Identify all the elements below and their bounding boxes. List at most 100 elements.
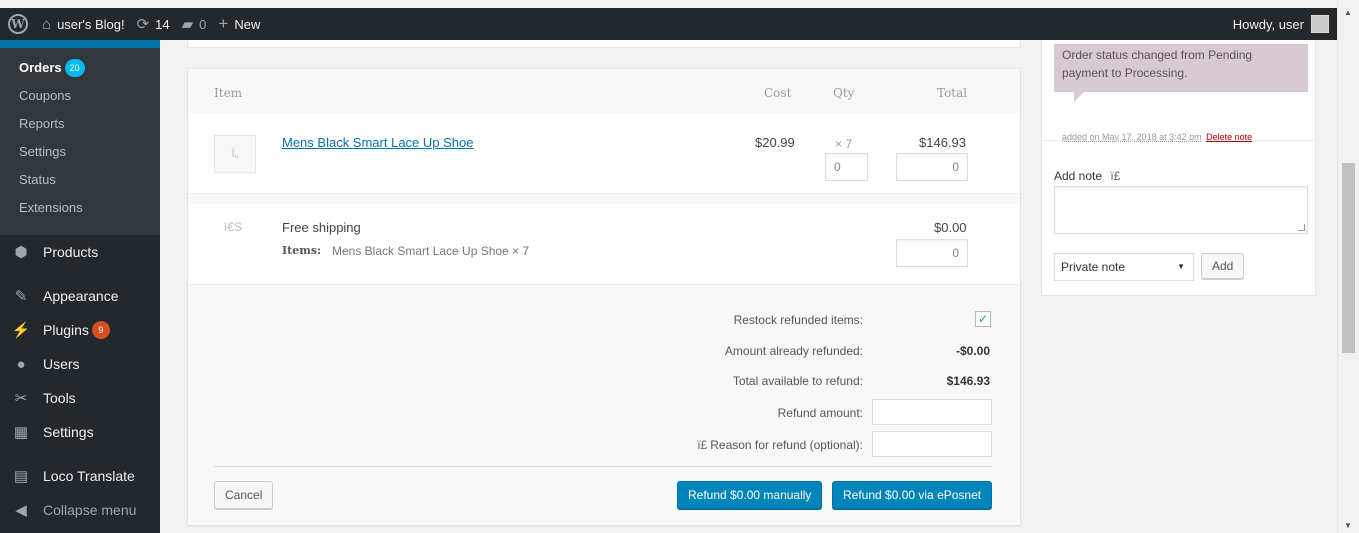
- menu-item-settings[interactable]: ▦ Settings: [0, 415, 160, 449]
- submenu-item-settings[interactable]: Settings: [0, 138, 160, 166]
- order-note: Order status changed from Pending paymen…: [1054, 44, 1308, 92]
- refund-manually-button[interactable]: Refund $0.00 manually: [677, 481, 823, 509]
- collapse-menu-button[interactable]: ◀ Collapse menu: [0, 493, 160, 527]
- scroll-up-icon[interactable]: ▲: [1344, 8, 1352, 17]
- collapse-icon: ◀: [15, 502, 27, 519]
- menu-item-users[interactable]: ● Users: [0, 347, 160, 381]
- menu-item-loco-translate[interactable]: ▤ Loco Translate: [0, 459, 160, 493]
- menu-label: Loco Translate: [43, 468, 135, 484]
- menu-label: Products: [43, 244, 99, 260]
- submenu-item-coupons[interactable]: Coupons: [0, 82, 160, 110]
- updates-count: 14: [155, 16, 170, 32]
- refund-via-eposnet-button[interactable]: Refund $0.00 via ePosnet: [832, 481, 993, 509]
- refund-reason-input[interactable]: [872, 431, 992, 457]
- add-note-textarea[interactable]: [1054, 186, 1308, 234]
- chevron-down-icon: ▼: [1177, 262, 1185, 271]
- help-tip-icon[interactable]: ï£: [1110, 169, 1120, 183]
- admin-sidebar: Orders 20 Coupons Reports Settings Status…: [0, 40, 160, 533]
- updates-link[interactable]: ⟳ 14: [131, 8, 176, 40]
- product-thumbnail: Ï„: [214, 135, 256, 173]
- help-tip-icon[interactable]: ï£: [697, 438, 707, 452]
- woocommerce-submenu: Orders 20 Coupons Reports Settings Status…: [0, 48, 160, 235]
- submenu-item-extensions[interactable]: Extensions: [0, 194, 160, 222]
- submenu-item-status[interactable]: Status: [0, 166, 160, 194]
- settings-icon: ▦: [13, 424, 29, 441]
- refund-amount-label: Refund amount:: [777, 406, 863, 420]
- refund-amount-input[interactable]: [872, 399, 992, 425]
- add-note-label: Add note ï£: [1054, 169, 1120, 183]
- paintbrush-icon: ✎: [14, 288, 28, 305]
- shipping-total: $0.00: [934, 220, 967, 235]
- site-name: user's Blog!: [57, 16, 125, 32]
- refund-shipping-total-input[interactable]: 0: [896, 239, 968, 267]
- product-qty: × 7: [835, 137, 853, 151]
- menu-item-plugins[interactable]: ⚡ Plugins 9: [0, 313, 160, 347]
- add-note-text: Add note: [1054, 169, 1103, 183]
- product-link[interactable]: Mens Black Smart Lace Up Shoe: [282, 135, 473, 150]
- available-to-refund-value: $146.93: [946, 374, 990, 388]
- new-content-link[interactable]: + New: [212, 8, 266, 40]
- menu-label: Users: [43, 356, 80, 372]
- order-items-panel: Item Cost Qty Total Ï„ Mens Black Smart …: [187, 68, 1021, 526]
- menu-item-tools[interactable]: ✂ Tools: [0, 381, 160, 415]
- header-item: Item: [214, 86, 243, 100]
- available-to-refund-label: Total available to refund:: [732, 374, 863, 388]
- header-cost: Cost: [764, 86, 792, 100]
- shipping-row: ï€S Free shipping Items: Mens Black Smar…: [188, 204, 1020, 284]
- order-notes-panel: Order status changed from Pending paymen…: [1041, 40, 1316, 296]
- menu-item-products[interactable]: ⬢ Products: [0, 235, 160, 269]
- order-data-panel-bottom: [187, 40, 1021, 48]
- refund-qty-input[interactable]: 0: [825, 153, 868, 181]
- header-qty: Qty: [833, 86, 855, 100]
- users-icon: ●: [16, 355, 26, 373]
- note-type-value: Private note: [1061, 260, 1126, 274]
- thumbnail-glyph: Ï„: [231, 148, 239, 160]
- wordpress-logo-icon[interactable]: W: [0, 8, 36, 40]
- my-account-link[interactable]: Howdy, user: [1227, 8, 1337, 40]
- new-label: New: [234, 16, 261, 32]
- comments-link[interactable]: ▰ 0: [176, 8, 213, 40]
- refund-line-total-input[interactable]: 0: [896, 153, 968, 181]
- header-total: Total: [937, 86, 968, 100]
- line-item-row: Ï„ Mens Black Smart Lace Up Shoe $20.99 …: [188, 113, 1020, 193]
- shipping-items-label: Items:: [282, 244, 322, 257]
- plugins-update-badge: 9: [91, 321, 110, 339]
- refund-reason-label: ï£ Reason for refund (optional):: [697, 438, 863, 452]
- add-note-button[interactable]: Add: [1201, 253, 1245, 279]
- already-refunded-value: -$0.00: [955, 344, 990, 358]
- cube-icon: ⬢: [14, 244, 28, 261]
- menu-label: Tools: [43, 390, 76, 406]
- scroll-down-icon[interactable]: ▼: [1344, 521, 1352, 530]
- woocommerce-menu-header[interactable]: [0, 40, 160, 48]
- refund-section: Restock refunded items: ✓ Amount already…: [188, 285, 1020, 525]
- cancel-button[interactable]: Cancel: [214, 481, 274, 509]
- site-name-link[interactable]: ⌂ user's Blog!: [36, 8, 131, 40]
- howdy-text: Howdy, user: [1232, 16, 1304, 32]
- updates-icon: ⟳: [136, 16, 150, 33]
- comment-icon: ▰: [181, 16, 194, 33]
- restock-checkbox[interactable]: ✓: [975, 311, 991, 327]
- menu-label: Settings: [43, 424, 94, 440]
- menu-label: Collapse menu: [43, 502, 137, 518]
- menu-label: Appearance: [43, 288, 119, 304]
- items-table-header: Item Cost Qty Total: [188, 69, 1020, 113]
- scrollbar-thumb[interactable]: [1342, 163, 1355, 353]
- translate-icon: ▤: [13, 468, 29, 485]
- comments-count: 0: [199, 16, 207, 32]
- shipping-icon: ï€S: [224, 220, 243, 234]
- submenu-item-orders[interactable]: Orders 20: [0, 54, 160, 82]
- submenu-item-reports[interactable]: Reports: [0, 110, 160, 138]
- shipping-items-value: Mens Black Smart Lace Up Shoe × 7: [332, 244, 530, 258]
- submenu-label: Orders: [19, 60, 62, 75]
- admin-bar: W ⌂ user's Blog! ⟳ 14 ▰ 0 + New Howdy, u…: [0, 8, 1337, 40]
- note-type-select[interactable]: Private note ▼: [1054, 253, 1194, 281]
- wrench-icon: ✂: [14, 390, 28, 407]
- product-total: $146.93: [919, 135, 966, 150]
- plus-icon: +: [218, 14, 229, 33]
- shipping-method-name: Free shipping: [282, 220, 361, 235]
- page-scrollbar[interactable]: ▲ ▼: [1337, 0, 1359, 533]
- orders-count-badge: 20: [64, 59, 85, 77]
- product-cost: $20.99: [755, 135, 795, 150]
- avatar: [1311, 15, 1329, 33]
- menu-item-appearance[interactable]: ✎ Appearance: [0, 279, 160, 313]
